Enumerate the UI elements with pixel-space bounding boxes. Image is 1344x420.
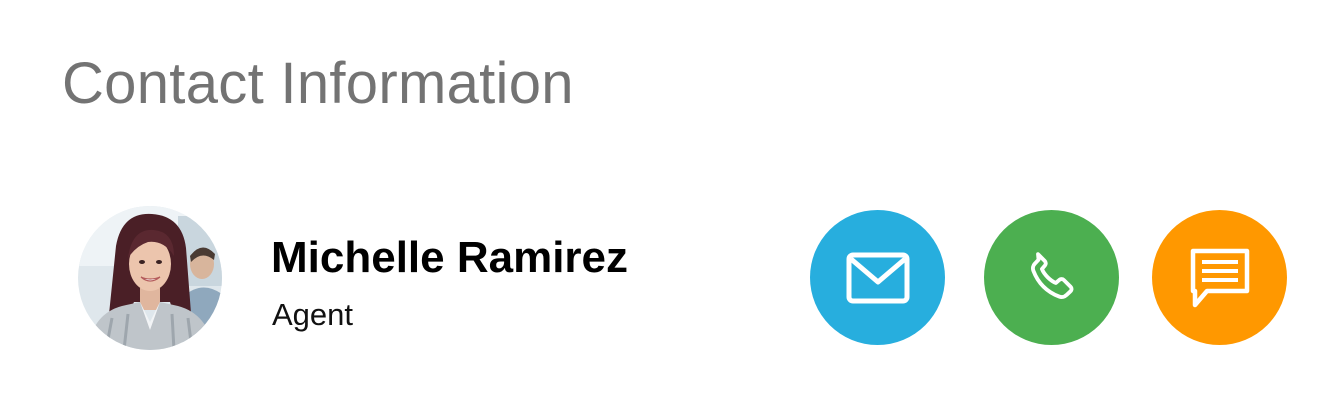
phone-icon (1030, 251, 1073, 299)
contact-name: Michelle Ramirez (271, 233, 629, 282)
chat-icon (1190, 248, 1249, 307)
message-button[interactable] (1152, 210, 1287, 345)
contact-role: Agent (272, 297, 354, 332)
avatar-photo (78, 206, 222, 350)
call-button[interactable] (984, 210, 1119, 345)
email-button[interactable] (810, 210, 945, 345)
contact-card: Contact Information Michelle Ramirez Age… (0, 0, 1344, 420)
contact-row: Michelle Ramirez Agent (0, 0, 1344, 420)
avatar (78, 206, 222, 350)
envelope-icon (846, 252, 909, 303)
